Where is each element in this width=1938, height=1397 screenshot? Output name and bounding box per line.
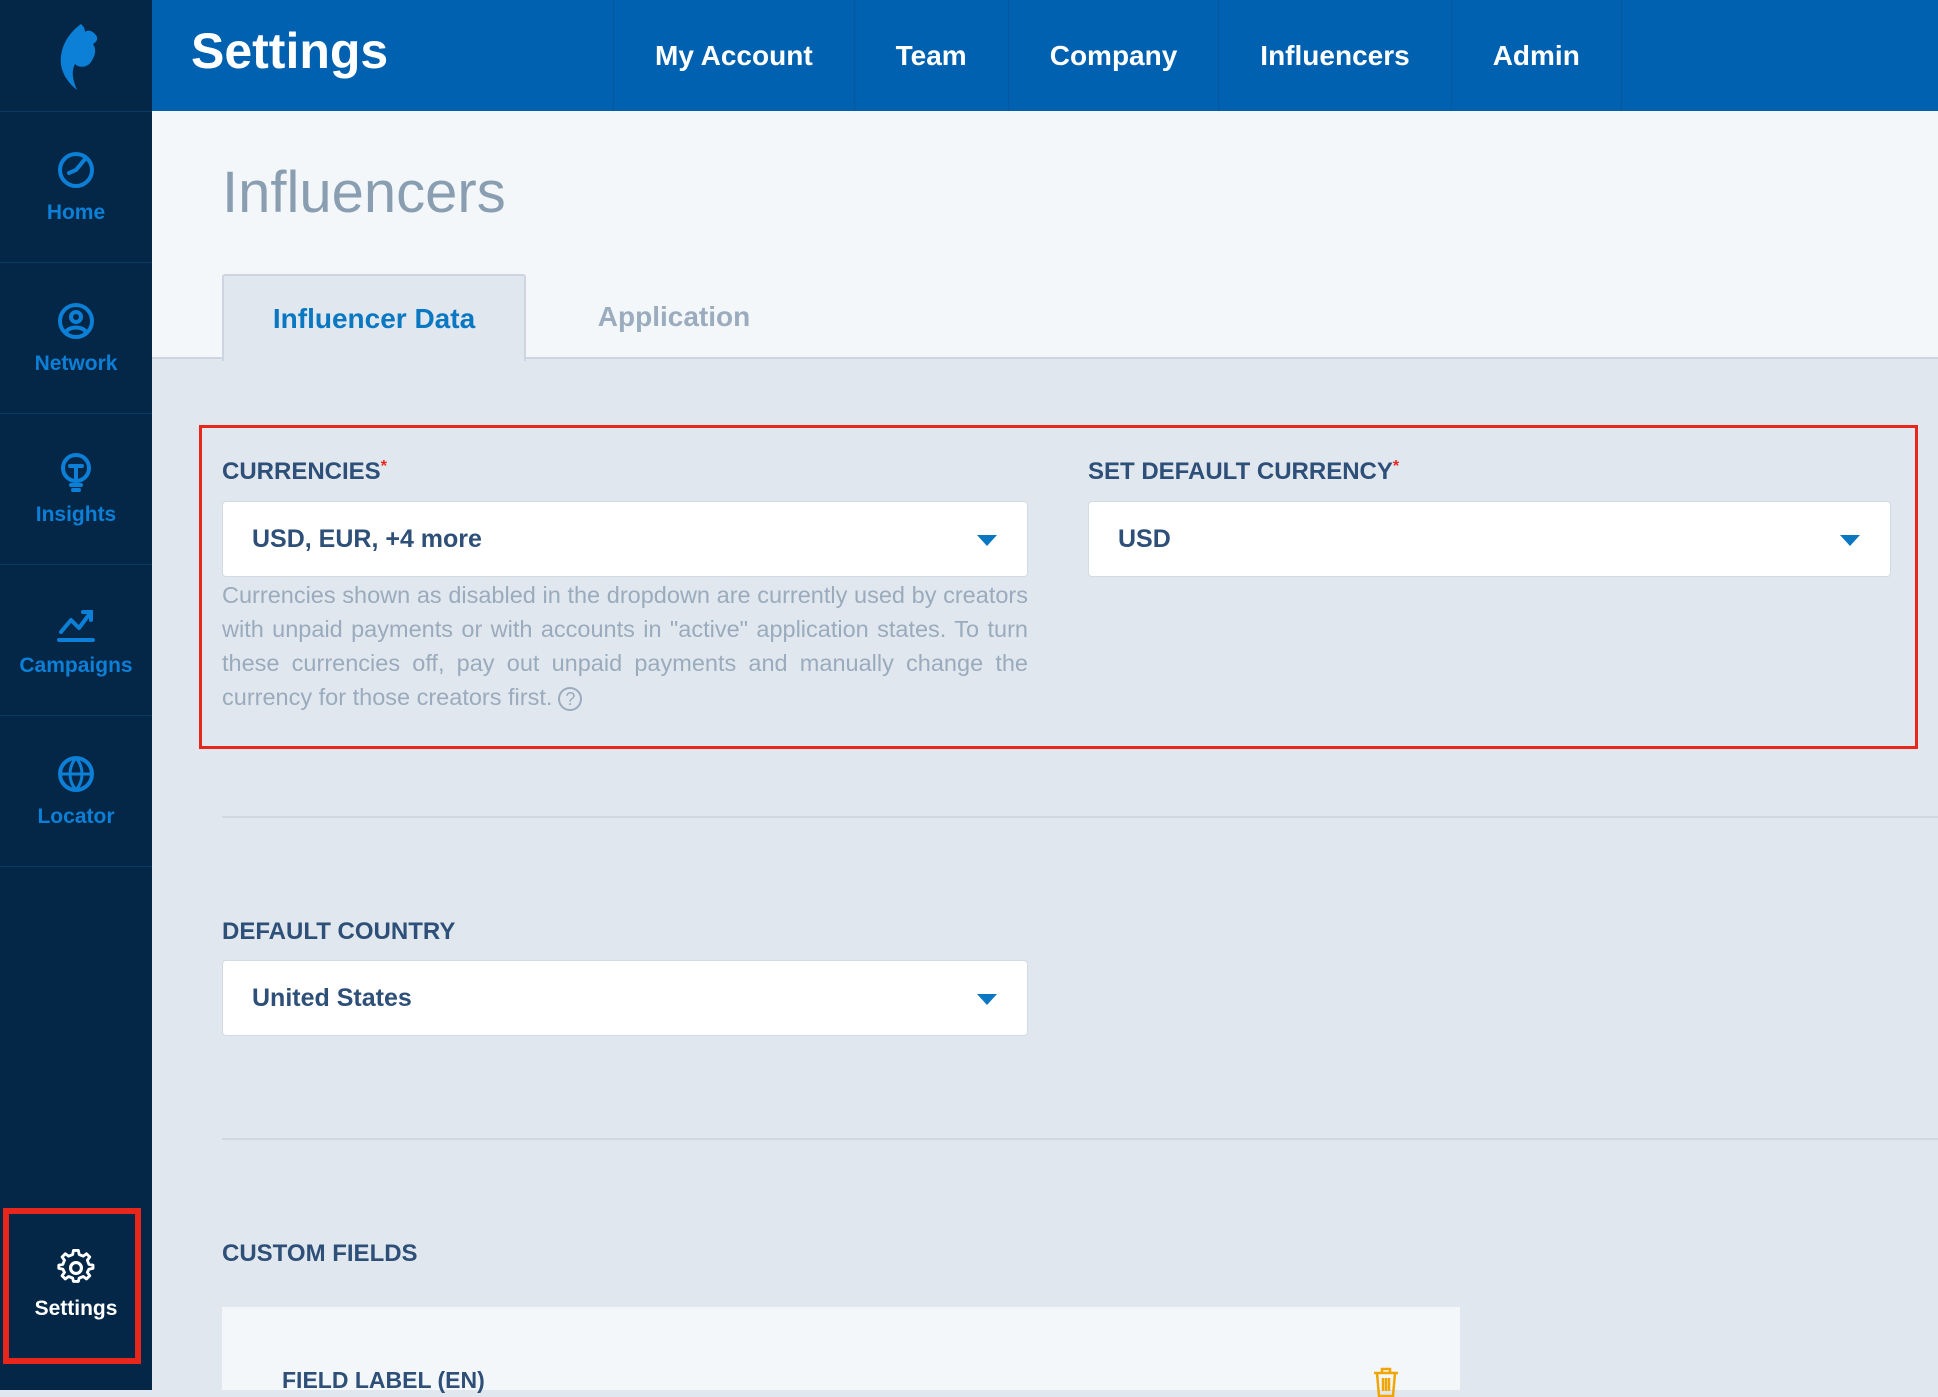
- tab-my-account[interactable]: My Account: [613, 0, 854, 111]
- sidebar-item-insights[interactable]: Insights: [0, 414, 152, 565]
- default-country-select-value: United States: [252, 983, 412, 1012]
- brand-logo[interactable]: [0, 0, 152, 112]
- tab-influencers[interactable]: Influencers: [1218, 0, 1450, 111]
- tab-influencer-data[interactable]: Influencer Data: [222, 274, 526, 361]
- default-country-select[interactable]: United States: [222, 960, 1028, 1036]
- custom-fields-label: CUSTOM FIELDS: [222, 1240, 418, 1267]
- knight-logo-icon: [60, 23, 98, 90]
- tab-team[interactable]: Team: [853, 0, 1008, 111]
- divider: [222, 816, 1938, 818]
- sidebar-item-label: Insights: [35, 503, 117, 526]
- top-navigation-bar: Settings My Account Team Company Influen…: [152, 0, 1938, 111]
- sidebar-item-label: Home: [46, 201, 106, 224]
- sidebar-item-locator[interactable]: Locator: [0, 716, 152, 867]
- default-country-label: DEFAULT COUNTRY: [222, 918, 456, 945]
- globe-icon: [58, 756, 94, 792]
- tab-admin[interactable]: Admin: [1450, 0, 1622, 111]
- trash-icon[interactable]: [1372, 1367, 1400, 1397]
- top-tabs: My Account Team Company Influencers Admi…: [613, 0, 1622, 111]
- page-title: Settings: [191, 23, 389, 79]
- divider: [222, 1138, 1938, 1140]
- chart-trend-icon: [57, 610, 95, 642]
- sidebar-item-home[interactable]: Home: [0, 112, 152, 263]
- sidebar-item-campaigns[interactable]: Campaigns: [0, 565, 152, 716]
- chevron-down-icon: [977, 994, 997, 1005]
- sidebar-item-label: Network: [34, 352, 118, 375]
- section-title: Influencers: [222, 160, 506, 225]
- tab-company[interactable]: Company: [1007, 0, 1219, 111]
- sidebar-item-label: Locator: [37, 805, 115, 828]
- lightbulb-icon: [61, 453, 91, 492]
- gauge-icon: [58, 152, 94, 188]
- content-header: Influencers Influencer Data Application: [152, 111, 1938, 361]
- sidebar-item-network[interactable]: Network: [0, 263, 152, 414]
- sidebar-item-label: Campaigns: [19, 654, 133, 677]
- custom-field-card: FIELD LABEL (EN): [222, 1307, 1460, 1397]
- settings-highlight-box: [3, 1208, 141, 1364]
- sidebar: Home Network Insights Campaigns Locator: [0, 0, 152, 1390]
- currency-highlight-box: [199, 425, 1918, 749]
- tab-application[interactable]: Application: [524, 274, 824, 359]
- user-circle-icon: [58, 303, 94, 339]
